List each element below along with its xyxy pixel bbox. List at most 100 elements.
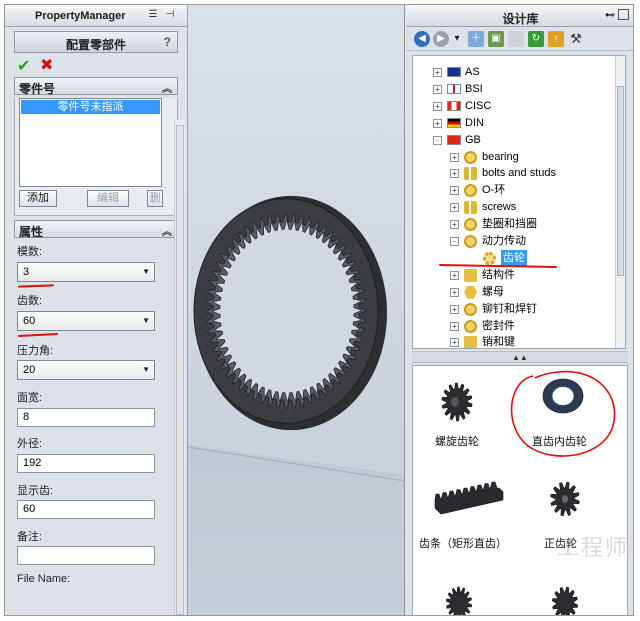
feature-title: 配置零部件 xyxy=(65,38,126,52)
library-tree: + AS + BSI + CISC + DIN - GB + bearing + bolts and st… xyxy=(412,55,626,349)
expand-icon[interactable]: + xyxy=(450,203,459,213)
design-library-panel: 设计库 ⊷ ◀ ▶ ▾ ＋ ▣ ↻ ↑ ⚒ + AS + BSI + CISC + DIN - G… xyxy=(406,5,633,616)
module-label: 模数: xyxy=(17,246,43,258)
properties-group-body: 模数: 3 ▼ 齿数: 60 ▼ 压力角: 20 ▼ 面宽: 8 外径: 192… xyxy=(14,238,178,598)
delete-button[interactable]: 删 xyxy=(147,190,163,207)
new-folder-icon[interactable] xyxy=(508,31,524,47)
part-number-group-body: 零件号未指派 添加 编辑 删 xyxy=(14,98,178,216)
notes-label: 备注: xyxy=(17,531,43,543)
expand-icon[interactable]: + xyxy=(433,118,442,128)
toolbox-icon[interactable]: ⚒ xyxy=(568,31,584,47)
expand-icon[interactable]: + xyxy=(450,169,459,179)
pressure-angle-label: 压力角: xyxy=(17,345,54,357)
pane-splitter[interactable]: ▲▲ xyxy=(412,351,628,363)
part-number-list[interactable]: 零件号未指派 xyxy=(19,98,162,187)
pin-icon[interactable]: ⊣ xyxy=(163,9,177,22)
screw-icon xyxy=(464,201,477,215)
thumbnail-label[interactable]: 齿条（矩形直齿） xyxy=(419,535,507,551)
helical-gear-thumbnail[interactable] xyxy=(435,378,481,424)
panel-menu-icon[interactable]: ☰ xyxy=(146,9,160,22)
face-width-field[interactable]: 8 xyxy=(17,408,155,427)
expand-icon[interactable]: + xyxy=(433,68,442,77)
outer-diameter-label: 外径: xyxy=(17,438,43,450)
back-icon[interactable]: ◀ xyxy=(414,31,430,47)
ok-check-icon[interactable]: ✔ xyxy=(17,56,30,76)
expand-icon[interactable]: + xyxy=(450,287,459,297)
file-name-label: File Name: xyxy=(17,573,71,585)
red-underline-annotation xyxy=(17,284,55,288)
property-manager-titlebar: PropertyManager ☰ ⊣ xyxy=(5,5,187,27)
expand-icon[interactable]: + xyxy=(450,270,459,280)
part-number-group-header[interactable]: 零件号 ︽ xyxy=(14,77,178,96)
refresh-icon[interactable]: ↻ xyxy=(528,31,544,47)
rack-thumbnail[interactable] xyxy=(433,474,505,520)
properties-group: 属性 ︽ 模数: 3 ▼ 齿数: 60 ▼ 压力角: 20 ▼ 面宽: 8 外径… xyxy=(14,220,178,598)
cancel-x-icon[interactable]: ✖ xyxy=(40,55,53,75)
tree-node-label: 螺母 xyxy=(482,285,504,298)
expand-icon[interactable]: + xyxy=(433,101,442,111)
spur-gear-thumbnail[interactable] xyxy=(545,476,585,522)
teeth-value: 60 xyxy=(23,315,36,327)
collapse-chevron-icon[interactable]: ︽ xyxy=(162,80,172,95)
properties-group-header[interactable]: 属性 ︽ xyxy=(14,220,178,239)
scrollbar-thumb[interactable] xyxy=(617,86,624,276)
expand-icon[interactable]: + xyxy=(450,186,459,196)
floor-shadow xyxy=(188,445,404,615)
pressure-angle-select[interactable]: 20 ▼ xyxy=(17,360,155,380)
expand-icon[interactable]: + xyxy=(450,321,459,331)
tree-scrollbar[interactable] xyxy=(615,56,625,348)
teeth-label: 齿数: xyxy=(17,295,43,307)
graphics-viewport[interactable] xyxy=(188,5,405,615)
gear-thumbnail-partial[interactable] xyxy=(545,581,585,616)
forward-icon[interactable]: ▶ xyxy=(433,31,449,47)
module-value: 3 xyxy=(23,266,30,278)
edit-button[interactable]: 编辑 xyxy=(87,190,129,207)
gear-thumbnail-partial[interactable] xyxy=(439,581,479,616)
collapse-chevron-icon[interactable]: ︽ xyxy=(162,223,172,238)
structure-icon xyxy=(464,268,477,282)
add-folder-icon[interactable]: ▣ xyxy=(488,31,504,47)
maximize-icon[interactable] xyxy=(618,9,629,20)
nut-icon xyxy=(464,285,477,299)
scrollbar-thumb[interactable] xyxy=(176,125,184,615)
tree-node-label: GB xyxy=(465,133,481,146)
canada-flag-icon xyxy=(447,100,461,111)
australia-flag-icon xyxy=(447,67,461,77)
expand-icon[interactable]: + xyxy=(450,338,459,348)
property-manager-scrollbar[interactable] xyxy=(174,120,185,615)
part-number-list-item[interactable]: 零件号未指派 xyxy=(21,100,160,114)
tree-node-label: DIN xyxy=(465,116,484,129)
expand-icon[interactable]: + xyxy=(433,84,442,94)
tree-node-label: CISC xyxy=(465,99,492,112)
expand-icon[interactable]: + xyxy=(450,220,459,230)
tree-node-label: BSI xyxy=(465,82,483,95)
tree-node-label: screws xyxy=(482,201,517,214)
design-library-toolbar: ◀ ▶ ▾ ＋ ▣ ↻ ↑ ⚒ xyxy=(406,27,633,51)
history-dropdown-icon[interactable]: ▾ xyxy=(452,31,462,47)
tree-node-label: 销和键 xyxy=(482,336,515,349)
collapse-icon[interactable]: - xyxy=(433,135,442,145)
expand-icon[interactable]: + xyxy=(450,152,459,162)
red-circle-annotation xyxy=(510,370,616,457)
notes-field[interactable] xyxy=(17,546,155,565)
expand-icon[interactable]: + xyxy=(450,304,459,314)
internal-gear-ring xyxy=(193,195,387,431)
outer-diameter-field[interactable]: 192 xyxy=(17,454,155,473)
teeth-select[interactable]: 60 ▼ xyxy=(17,311,155,331)
dropdown-arrow-icon: ▼ xyxy=(142,365,150,374)
add-button[interactable]: 添加 xyxy=(19,190,57,207)
tree-node-label: 垫圈和挡圈 xyxy=(482,218,537,231)
splitter-grip-icon[interactable]: ▲▲ xyxy=(512,353,528,362)
tree-node-label: 齿轮 xyxy=(501,249,527,266)
help-icon[interactable]: ? xyxy=(164,35,171,49)
pin-icon[interactable]: ⊷ xyxy=(605,10,615,21)
up-level-icon[interactable]: ↑ xyxy=(548,31,564,47)
seal-icon xyxy=(464,319,477,333)
thumbnail-label[interactable]: 螺旋齿轮 xyxy=(435,433,479,449)
display-teeth-field[interactable]: 60 xyxy=(17,500,155,519)
add-to-library-icon[interactable]: ＋ xyxy=(468,31,484,47)
module-select[interactable]: 3 ▼ xyxy=(17,262,155,282)
collapse-icon[interactable]: - xyxy=(450,237,459,246)
washer-icon xyxy=(464,218,477,232)
dropdown-arrow-icon: ▼ xyxy=(142,316,150,325)
